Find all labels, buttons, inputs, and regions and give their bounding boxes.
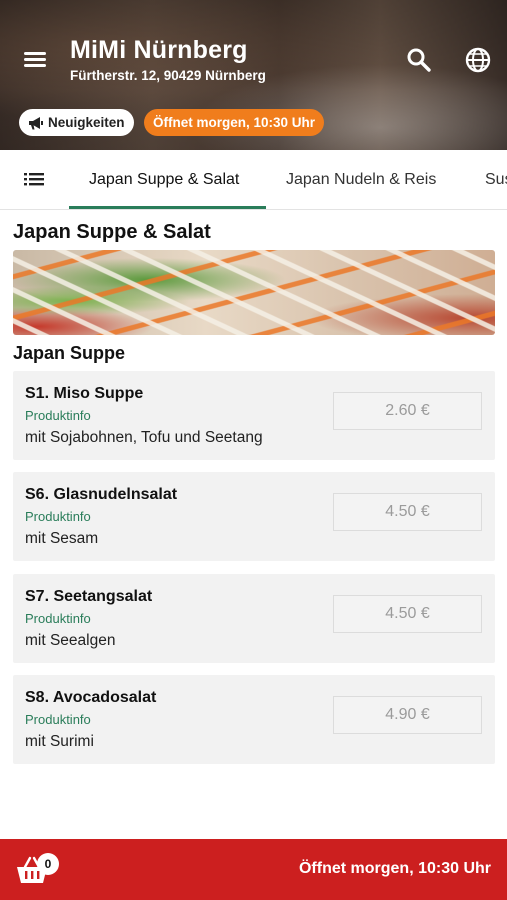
section-title: Japan Suppe & Salat [13, 221, 211, 243]
product-name: S1. Miso Suppe [25, 385, 144, 402]
subsection-title: Japan Suppe [13, 343, 126, 363]
opening-status-badge: Öffnet morgen, 10:30 Uhr [144, 109, 325, 136]
category-banner-image [13, 250, 495, 335]
tab-japan-suppe-salat[interactable]: Japan Suppe & Salat [89, 150, 239, 209]
product-info-link[interactable]: Produktinfo [25, 408, 91, 423]
category-tabs: Japan Suppe & Salat Japan Nudeln & Reis … [0, 150, 507, 210]
news-button[interactable]: Neuigkeiten [19, 109, 134, 136]
megaphone-icon [29, 116, 43, 129]
restaurant-address: Fürtherstr. 12, 90429 Nürnberg [70, 68, 266, 83]
cart-count-badge: 0 [37, 853, 59, 875]
product-description: mit Seealgen [25, 632, 116, 649]
add-to-cart-price-button[interactable]: 4.50 € [333, 493, 482, 531]
add-to-cart-price-button[interactable]: 4.90 € [333, 696, 482, 734]
product-info-link[interactable]: Produktinfo [25, 611, 91, 626]
hamburger-menu-icon[interactable] [20, 46, 50, 72]
bottom-opening-status: Öffnet morgen, 10:30 Uhr [298, 860, 491, 877]
product-card[interactable]: S7. Seetangsalat Produktinfo mit Seealge… [13, 574, 495, 663]
product-description: mit Surimi [25, 733, 94, 750]
tab-japan-nudeln-reis[interactable]: Japan Nudeln & Reis [286, 150, 436, 209]
add-to-cart-price-button[interactable]: 2.60 € [333, 392, 482, 430]
list-icon[interactable] [22, 168, 48, 190]
product-name: S8. Avocadosalat [25, 689, 157, 706]
restaurant-header: MiMi Nürnberg Fürtherstr. 12, 90429 Nürn… [0, 0, 507, 150]
product-card[interactable]: S6. Glasnudelnsalat Produktinfo mit Sesa… [13, 472, 495, 561]
product-info-link[interactable]: Produktinfo [25, 509, 91, 524]
product-description: mit Sojabohnen, Tofu und Seetang [25, 429, 263, 446]
product-card[interactable]: S1. Miso Suppe Produktinfo mit Sojabohne… [13, 371, 495, 460]
product-name: S7. Seetangsalat [25, 588, 153, 605]
search-icon[interactable] [402, 43, 436, 77]
bottom-status-bar: 0 Öffnet morgen, 10:30 Uhr [0, 839, 507, 900]
product-name: S6. Glasnudelnsalat [25, 486, 178, 503]
globe-icon[interactable] [461, 43, 495, 77]
active-tab-indicator [69, 206, 266, 209]
add-to-cart-price-button[interactable]: 4.50 € [333, 595, 482, 633]
news-label: Neuigkeiten [48, 115, 125, 130]
product-info-link[interactable]: Produktinfo [25, 712, 91, 727]
product-card[interactable]: S8. Avocadosalat Produktinfo mit Surimi … [13, 675, 495, 764]
restaurant-title: MiMi Nürnberg [70, 36, 248, 64]
product-description: mit Sesam [25, 530, 99, 547]
tab-sushi[interactable]: Sus [485, 150, 507, 209]
